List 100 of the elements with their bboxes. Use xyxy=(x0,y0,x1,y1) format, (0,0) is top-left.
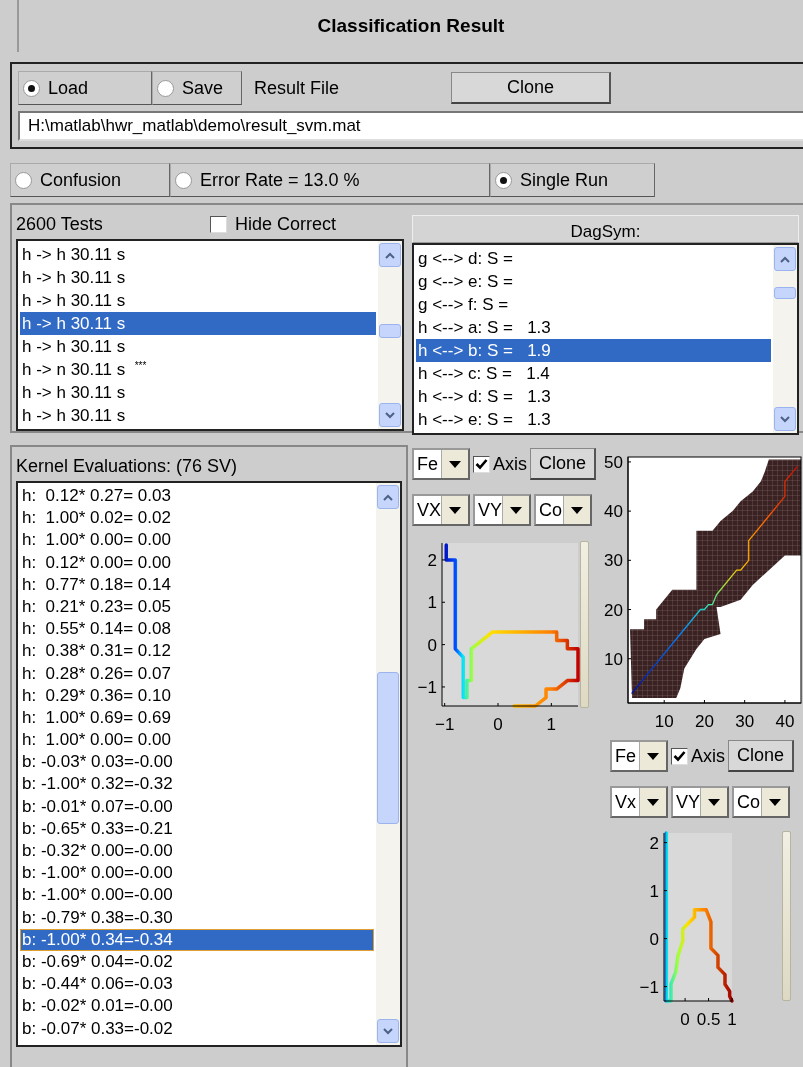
file-path-field[interactable]: H:\matlab\hwr_matlab\demo\result_svm.mat xyxy=(18,111,803,141)
list-item[interactable]: h <--> e: S = 1.3 xyxy=(416,408,771,431)
list-item[interactable]: h: 1.00* 0.02= 0.02 xyxy=(20,507,374,530)
color-dropdown[interactable]: Co xyxy=(534,494,592,526)
scroll-down-button[interactable] xyxy=(774,407,796,431)
scroll-down-button[interactable] xyxy=(377,1019,399,1043)
list-title: 2600 Tests xyxy=(16,213,104,235)
list-item[interactable]: b: -0.69* 0.04=-0.02 xyxy=(20,950,374,974)
checkbox-label: Axis xyxy=(691,745,725,767)
list-item[interactable]: g <--> e: S = xyxy=(416,270,771,293)
checkbox-label: Hide Correct xyxy=(235,213,337,235)
scroll-thumb[interactable] xyxy=(774,287,796,300)
tick-label: 0 xyxy=(427,635,437,655)
list-item[interactable]: h -> h 30.11 s xyxy=(20,312,376,335)
list-item[interactable]: h: 0.29* 0.36= 0.10 xyxy=(20,684,374,707)
tests-list[interactable]: h -> h 30.11 s h -> h 30.11 s h -> h 30.11 s h -> h 30.11 s h -> h 30.11 s h -> n 30.11 s $^{***}$ h -> h 30.11 s h -> h 30.11 s xyxy=(16,239,404,431)
field-label: Result File xyxy=(254,77,341,99)
list-item[interactable]: h -> h 30.11 s xyxy=(20,289,376,312)
list-item[interactable]: h: 0.28* 0.26= 0.07 xyxy=(20,662,374,685)
tick-label: 1 xyxy=(546,715,557,734)
radio-button[interactable]: Load xyxy=(18,71,152,105)
list-item[interactable]: h -> h 30.11 s xyxy=(20,404,376,427)
scroll-up-button[interactable] xyxy=(379,243,401,267)
radio-button[interactable]: Save xyxy=(152,71,242,105)
axis-checkbox[interactable] xyxy=(473,455,490,473)
list-item[interactable]: b: -0.65* 0.33=-0.21 xyxy=(20,817,374,840)
scroll-thumb[interactable] xyxy=(377,672,399,825)
list-item[interactable]: b: -1.00* 0.00=-0.00 xyxy=(20,862,374,885)
radio-button[interactable]: Error Rate = 13.0 % xyxy=(170,163,490,197)
y-axis-dropdown[interactable]: VY xyxy=(671,786,729,818)
kernel-list[interactable] xyxy=(16,481,402,1047)
y-axis-dropdown[interactable]: VY xyxy=(473,494,531,526)
plot-scrollbar[interactable] xyxy=(782,831,791,1001)
axis-checkbox[interactable] xyxy=(671,747,688,765)
list-item[interactable]: b: -0.02* 0.01=-0.00 xyxy=(20,995,374,1018)
list-item[interactable]: g <--> d: S = xyxy=(416,247,771,270)
list-item[interactable]: h -> h 30.11 s xyxy=(20,381,376,404)
scroll-thumb[interactable] xyxy=(379,324,401,339)
list-item[interactable]: b: -0.44* 0.06=-0.03 xyxy=(20,973,374,996)
caret-icon xyxy=(449,506,461,514)
scroll-down-button[interactable] xyxy=(379,403,401,427)
list-item[interactable]: b: -0.32* 0.00=-0.00 xyxy=(20,840,374,863)
clone-button[interactable]: Clone xyxy=(530,448,597,480)
list-item[interactable]: b: -1.00* 0.34=-0.34 xyxy=(20,928,374,951)
list-item[interactable]: g <--> f: S = xyxy=(416,293,771,316)
scrollbar[interactable] xyxy=(376,483,400,1045)
clone-button[interactable]: Clone xyxy=(451,72,611,104)
feature-dropdown[interactable]: Fe xyxy=(412,448,470,480)
dagsym-list[interactable]: g <--> d: S = g <--> e: S = g <--> f: S = h <--> a: S = 1.3 h <--> b: S = 1.9 h <--> c: S = 1.4 h <--> d: S = 1.3 h <--> e: S = 1.3 xyxy=(412,243,799,435)
list-item[interactable]: h: 1.00* 0.69= 0.69 xyxy=(20,706,374,730)
caret-icon xyxy=(510,506,522,514)
list-item[interactable]: b: -0.07* 0.33=-0.02 xyxy=(20,1017,374,1040)
list-item[interactable]: h: 0.12* 0.27= 0.03 xyxy=(20,485,374,508)
tick-label: 10 xyxy=(654,712,674,731)
list-item[interactable]: h: 0.38* 0.31= 0.12 xyxy=(20,640,374,663)
tick-label: 0 xyxy=(493,715,503,734)
tick-label: 30 xyxy=(604,551,623,571)
list-item[interactable]: h -> n 30.11 s $^{***}$ xyxy=(20,358,376,381)
tick-label: 40 xyxy=(775,712,795,731)
list-item[interactable]: h <--> a: S = 1.3 xyxy=(416,316,771,339)
hide-correct-checkbox[interactable] xyxy=(210,215,227,233)
list-item[interactable]: h -> h 30.11 s xyxy=(20,266,376,289)
clone-button[interactable]: Clone xyxy=(728,740,795,772)
checkbox-label: Axis xyxy=(493,453,527,475)
x-axis-dropdown[interactable]: Vx xyxy=(610,786,668,818)
list-header: DagSym: xyxy=(412,215,799,243)
caret-icon xyxy=(647,752,659,760)
list-item[interactable]: h -> h 30.11 s xyxy=(20,335,376,358)
tick-label: 20 xyxy=(695,712,714,731)
list-item[interactable]: h <--> b: S = 1.9 xyxy=(416,339,771,362)
list-item[interactable]: b: -0.01* 0.07=-0.00 xyxy=(20,795,374,818)
list-item[interactable]: b: -1.00* 0.32=-0.32 xyxy=(20,773,374,796)
list-item[interactable]: h: 1.00* 0.00= 0.00 xyxy=(20,729,374,752)
color-dropdown[interactable]: Co xyxy=(732,786,790,818)
scroll-up-button[interactable] xyxy=(774,247,796,271)
list-item[interactable]: h: 0.55* 0.14= 0.08 xyxy=(20,618,374,641)
plot-scrollbar[interactable] xyxy=(580,541,589,708)
x-axis-dropdown[interactable]: VX xyxy=(412,494,470,526)
feature-dropdown[interactable]: Fe xyxy=(610,740,668,772)
list-item[interactable]: h -> h 30.11 s xyxy=(20,243,376,266)
list-item[interactable]: h <--> d: S = 1.3 xyxy=(416,385,771,408)
list-item[interactable]: h: 0.77* 0.18= 0.14 xyxy=(20,573,374,596)
tick-label: 0.5 xyxy=(696,1010,721,1029)
scrollbar[interactable] xyxy=(773,245,797,433)
list-item[interactable]: h: 0.21* 0.23= 0.05 xyxy=(20,595,374,619)
list-item[interactable]: b: -1.00* 0.00=-0.00 xyxy=(20,884,374,907)
list-item[interactable]: b: -0.79* 0.38=-0.30 xyxy=(20,906,374,929)
radio-button[interactable]: Single Run xyxy=(490,163,655,197)
tick-label: 0 xyxy=(680,1010,690,1029)
window-title: Classification Result xyxy=(317,15,505,37)
tick-label: −1 xyxy=(417,677,437,697)
scroll-up-button[interactable] xyxy=(377,485,399,509)
tick-label: 10 xyxy=(604,649,623,669)
list-item[interactable]: h <--> c: S = 1.4 xyxy=(416,362,771,385)
list-item[interactable]: h: 0.12* 0.00= 0.00 xyxy=(20,551,374,574)
radio-button[interactable]: Confusion xyxy=(10,163,170,197)
caret-icon xyxy=(571,506,583,514)
scrollbar[interactable] xyxy=(378,241,402,429)
list-item[interactable]: h: 1.00* 0.00= 0.00 xyxy=(20,529,374,552)
list-item[interactable]: b: -0.03* 0.03=-0.00 xyxy=(20,751,374,774)
